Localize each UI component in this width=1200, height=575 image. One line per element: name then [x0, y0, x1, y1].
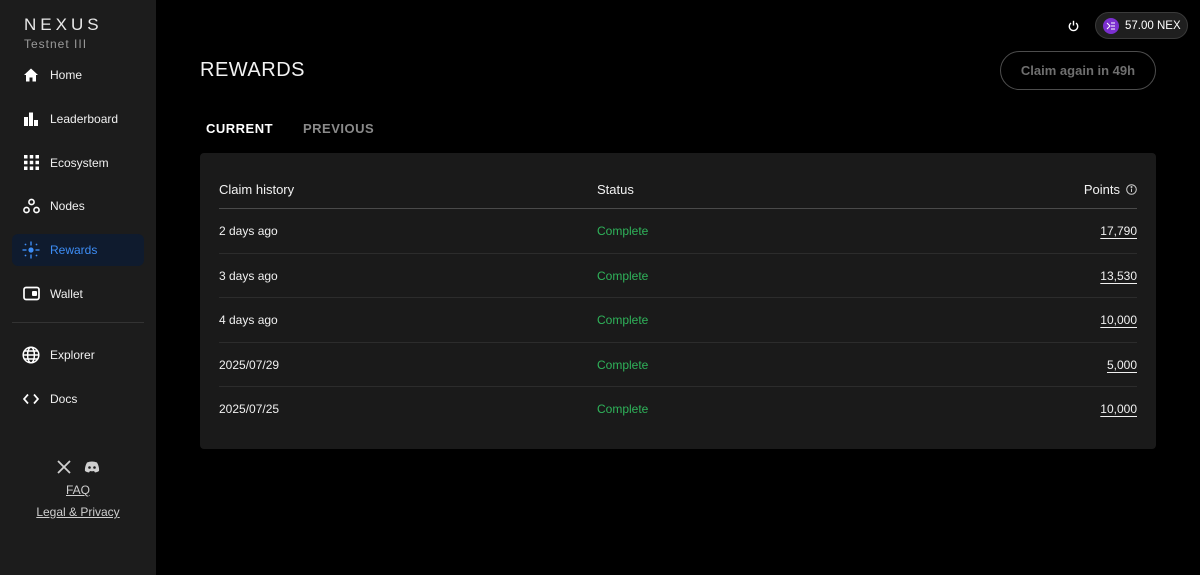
home-icon — [22, 66, 40, 84]
claim-status: Complete — [597, 357, 649, 372]
table-row: 4 days ago Complete 10,000 — [219, 298, 1137, 343]
column-header-points: Points — [1084, 182, 1137, 197]
claim-status: Complete — [597, 402, 649, 416]
column-header-claim-history: Claim history — [219, 182, 295, 197]
sidebar-item-label: Leaderboard — [50, 111, 119, 126]
table-row: 3 days ago Complete 13,530 — [219, 254, 1137, 298]
sidebar-item-label: Wallet — [50, 286, 83, 301]
sidebar-item-docs[interactable]: Docs — [12, 383, 144, 415]
sidebar: NEXUS Testnet III Home Leaderboard Ecosy… — [0, 0, 156, 575]
wallet-balance: 57.00 NEX — [1125, 19, 1181, 32]
sidebar-nav: Home Leaderboard Ecosystem Nodes Rewards… — [12, 59, 144, 426]
tab-previous[interactable]: PREVIOUS — [303, 121, 374, 136]
claim-points[interactable]: 10,000 — [1100, 313, 1137, 327]
sidebar-item-rewards[interactable]: Rewards — [12, 234, 144, 267]
discord-icon[interactable] — [84, 459, 100, 475]
table-header: Claim history Status Points — [219, 153, 1137, 209]
sidebar-item-ecosystem[interactable]: Ecosystem — [12, 147, 144, 179]
sidebar-divider — [12, 321, 144, 323]
claim-date: 2025/07/29 — [219, 357, 280, 372]
faq-link[interactable]: FAQ — [0, 483, 156, 497]
brand: NEXUS Testnet III — [24, 15, 103, 51]
sidebar-item-leaderboard[interactable]: Leaderboard — [12, 103, 144, 135]
claim-date: 3 days ago — [219, 268, 278, 283]
column-header-status: Status — [597, 182, 634, 197]
claim-status: Complete — [597, 268, 649, 283]
claim-date: 2 days ago — [219, 224, 278, 238]
claim-points[interactable]: 5,000 — [1107, 358, 1137, 372]
page-title: REWARDS — [200, 59, 305, 81]
claim-status: Complete — [597, 224, 649, 238]
sidebar-item-label: Rewards — [50, 243, 98, 258]
tab-current[interactable]: CURRENT — [206, 121, 273, 136]
table-row: 2025/07/25 Complete 10,000 — [219, 387, 1137, 432]
token-icon — [1103, 17, 1119, 34]
info-icon[interactable] — [1126, 184, 1137, 195]
power-icon[interactable] — [1064, 17, 1082, 35]
code-icon — [22, 390, 40, 408]
claim-date: 4 days ago — [219, 313, 278, 327]
social-links — [0, 459, 156, 475]
table-row: 2 days ago Complete 17,790 — [219, 209, 1137, 254]
brand-name: NEXUS — [24, 15, 103, 34]
sidebar-item-label: Docs — [50, 391, 78, 406]
claim-history-table: Claim history Status Points 2 days ago C… — [200, 153, 1156, 449]
sparkle-icon — [22, 241, 40, 259]
claim-points[interactable]: 10,000 — [1100, 402, 1137, 416]
sidebar-item-label: Nodes — [50, 199, 85, 214]
globe-icon — [22, 346, 40, 364]
sidebar-item-label: Ecosystem — [50, 155, 109, 170]
table-row: 2025/07/29 Complete 5,000 — [219, 343, 1137, 387]
brand-subtitle: Testnet III — [24, 37, 88, 51]
sidebar-item-label: Home — [50, 68, 83, 82]
wallet-icon — [22, 285, 40, 303]
claim-points[interactable]: 17,790 — [1100, 224, 1137, 238]
sidebar-item-wallet[interactable]: Wallet — [12, 278, 144, 310]
claim-status: Complete — [597, 313, 649, 327]
claim-again-button[interactable]: Claim again in 49h — [1000, 51, 1156, 90]
legal-privacy-link[interactable]: Legal & Privacy — [0, 505, 156, 519]
nodes-icon — [22, 197, 40, 215]
wallet-balance-pill[interactable]: 57.00 NEX — [1095, 12, 1188, 39]
bar-chart-icon — [22, 110, 40, 128]
x-icon[interactable] — [56, 459, 72, 475]
sidebar-item-home[interactable]: Home — [12, 59, 144, 91]
claim-points[interactable]: 13,530 — [1100, 269, 1137, 283]
sidebar-item-nodes[interactable]: Nodes — [12, 190, 144, 222]
sidebar-item-explorer[interactable]: Explorer — [12, 339, 144, 371]
grid-icon — [22, 154, 40, 172]
sidebar-item-label: Explorer — [50, 347, 95, 362]
claim-date: 2025/07/25 — [219, 402, 280, 416]
column-header-points-label: Points — [1083, 182, 1120, 197]
